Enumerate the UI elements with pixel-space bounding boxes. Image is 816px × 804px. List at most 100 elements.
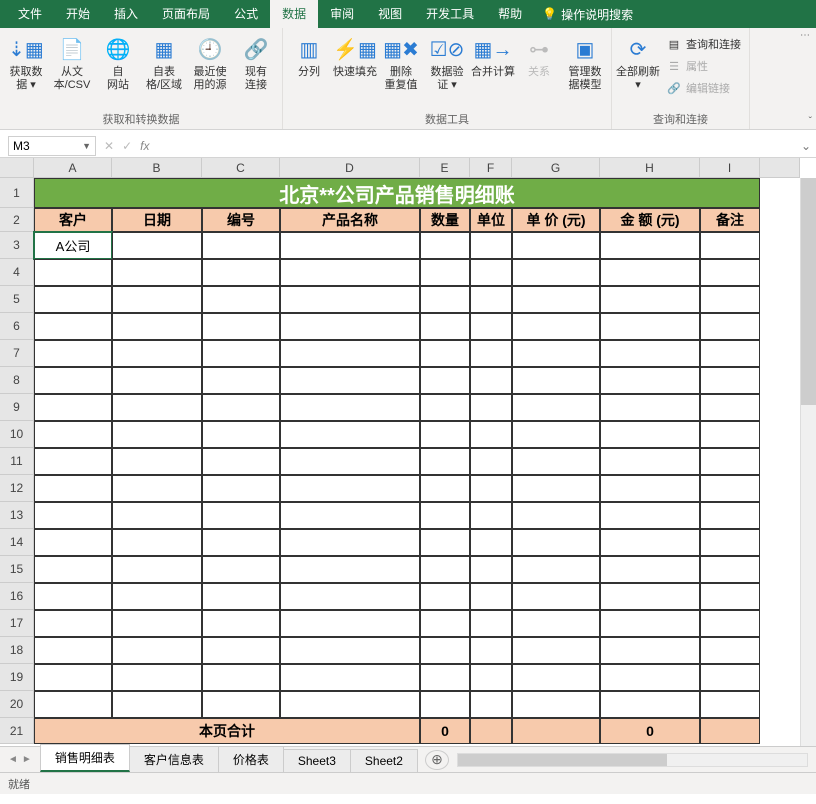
data-cell[interactable] xyxy=(512,529,600,556)
data-cell[interactable] xyxy=(112,313,202,340)
data-cell[interactable] xyxy=(512,232,600,259)
data-cell[interactable] xyxy=(420,421,470,448)
data-cell[interactable] xyxy=(112,691,202,718)
data-cell[interactable] xyxy=(202,448,280,475)
data-cell[interactable] xyxy=(202,583,280,610)
row-header-17[interactable]: 17 xyxy=(0,610,34,637)
data-cell[interactable] xyxy=(470,367,512,394)
data-cell[interactable] xyxy=(600,340,700,367)
data-cell[interactable] xyxy=(470,340,512,367)
data-cell[interactable] xyxy=(420,556,470,583)
tell-me-search[interactable]: 💡 操作说明搜索 xyxy=(542,6,633,23)
data-cell[interactable] xyxy=(420,637,470,664)
data-cell[interactable] xyxy=(600,367,700,394)
data-cell[interactable] xyxy=(700,664,760,691)
data-cell[interactable] xyxy=(280,556,420,583)
sheet-tab-3[interactable]: Sheet3 xyxy=(283,749,351,772)
data-cell[interactable] xyxy=(112,421,202,448)
table-header-6[interactable]: 单 价 (元) xyxy=(512,208,600,232)
data-cell[interactable] xyxy=(202,259,280,286)
scrollbar-thumb[interactable] xyxy=(458,754,667,766)
data-cell[interactable] xyxy=(34,259,112,286)
data-cell[interactable] xyxy=(112,556,202,583)
data-cell[interactable] xyxy=(202,475,280,502)
data-cell[interactable] xyxy=(600,394,700,421)
menu-item-4[interactable]: 公式 xyxy=(222,0,270,28)
data-cell[interactable] xyxy=(202,691,280,718)
data-model-button[interactable]: ▣管理数 据模型 xyxy=(563,30,607,94)
row-header-16[interactable]: 16 xyxy=(0,583,34,610)
select-all-corner[interactable] xyxy=(0,158,34,178)
data-cell[interactable] xyxy=(112,394,202,421)
total-unit[interactable] xyxy=(470,718,512,744)
total-remark[interactable] xyxy=(700,718,760,744)
data-cell[interactable] xyxy=(512,502,600,529)
data-cell[interactable] xyxy=(470,475,512,502)
row-header-6[interactable]: 6 xyxy=(0,313,34,340)
data-cell[interactable] xyxy=(280,583,420,610)
column-header-I[interactable]: I xyxy=(700,158,760,178)
data-cell[interactable] xyxy=(600,475,700,502)
data-cell[interactable] xyxy=(700,232,760,259)
data-cell[interactable] xyxy=(34,691,112,718)
menu-item-3[interactable]: 页面布局 xyxy=(150,0,222,28)
data-cell[interactable] xyxy=(512,421,600,448)
row-header-7[interactable]: 7 xyxy=(0,340,34,367)
text-to-columns-button[interactable]: ▥分列 xyxy=(287,30,331,81)
data-cell[interactable] xyxy=(512,340,600,367)
data-cell[interactable] xyxy=(470,556,512,583)
data-cell[interactable] xyxy=(600,610,700,637)
data-cell[interactable] xyxy=(600,556,700,583)
data-cell[interactable] xyxy=(420,232,470,259)
data-cell[interactable] xyxy=(280,502,420,529)
data-cell[interactable] xyxy=(280,529,420,556)
share-icon[interactable]: ⋯ xyxy=(796,30,814,41)
data-cell[interactable] xyxy=(202,664,280,691)
horizontal-scrollbar[interactable] xyxy=(457,753,808,767)
data-cell[interactable] xyxy=(420,583,470,610)
data-cell[interactable] xyxy=(470,583,512,610)
data-cell[interactable] xyxy=(34,475,112,502)
data-cell[interactable] xyxy=(420,340,470,367)
recent-sources-button[interactable]: 🕘最近使 用的源 xyxy=(188,30,232,94)
consolidate-button[interactable]: ▦→合并计算 xyxy=(471,30,515,81)
data-cell[interactable] xyxy=(470,232,512,259)
cancel-formula-icon[interactable]: ✕ xyxy=(104,139,114,153)
data-cell[interactable] xyxy=(600,232,700,259)
data-cell[interactable] xyxy=(700,637,760,664)
sheet-tab-2[interactable]: 价格表 xyxy=(218,746,284,772)
expand-formula-bar-icon[interactable]: ⌄ xyxy=(796,139,816,153)
data-cell[interactable] xyxy=(600,529,700,556)
data-cell[interactable] xyxy=(512,691,600,718)
column-header-extra[interactable] xyxy=(760,158,800,178)
fx-icon[interactable]: fx xyxy=(140,139,149,153)
data-cell[interactable] xyxy=(202,286,280,313)
data-cell[interactable] xyxy=(34,394,112,421)
row-header-10[interactable]: 10 xyxy=(0,421,34,448)
data-cell[interactable] xyxy=(202,340,280,367)
data-cell[interactable] xyxy=(34,637,112,664)
data-cell[interactable] xyxy=(112,340,202,367)
vertical-scrollbar[interactable] xyxy=(800,178,816,746)
data-cell[interactable] xyxy=(470,610,512,637)
data-cell[interactable] xyxy=(280,610,420,637)
name-box[interactable]: M3 ▼ xyxy=(8,136,96,156)
total-price[interactable] xyxy=(512,718,600,744)
data-cell[interactable] xyxy=(600,637,700,664)
data-cell[interactable] xyxy=(420,475,470,502)
data-cell[interactable] xyxy=(34,583,112,610)
data-cell[interactable] xyxy=(470,664,512,691)
row-header-1[interactable]: 1 xyxy=(0,178,34,208)
data-cell[interactable] xyxy=(34,340,112,367)
data-cell[interactable] xyxy=(202,421,280,448)
table-header-0[interactable]: 客户 xyxy=(34,208,112,232)
data-cell[interactable] xyxy=(512,259,600,286)
column-header-D[interactable]: D xyxy=(280,158,420,178)
data-cell[interactable] xyxy=(202,232,280,259)
data-cell[interactable] xyxy=(420,529,470,556)
data-cell[interactable] xyxy=(202,313,280,340)
data-cell[interactable] xyxy=(112,259,202,286)
data-cell[interactable] xyxy=(420,664,470,691)
data-cell[interactable] xyxy=(202,637,280,664)
data-cell[interactable] xyxy=(34,664,112,691)
